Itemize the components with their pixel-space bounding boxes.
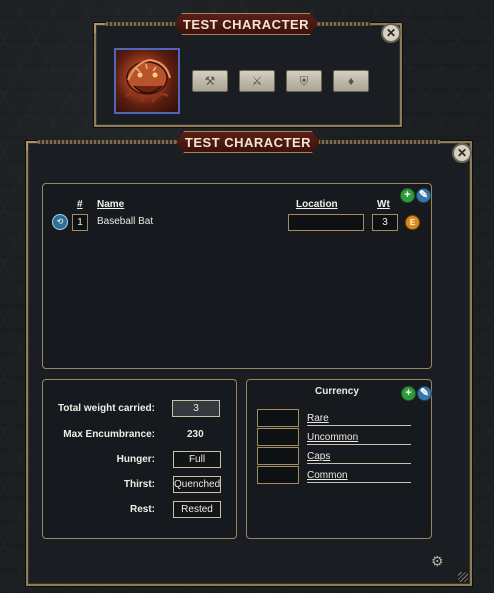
rest-field[interactable]: Rested — [173, 501, 221, 518]
currency-amount-field[interactable] — [257, 447, 299, 465]
hunger-field[interactable]: Full — [173, 451, 221, 468]
header-location[interactable]: Location — [296, 199, 338, 210]
currency-panel: Currency + ✎ Rare Uncommon Caps Common — [246, 379, 432, 539]
currency-name[interactable]: Common — [307, 470, 411, 483]
character-stats-panel: Total weight carried: 3 Max Encumbrance:… — [42, 379, 237, 539]
total-weight-value: 3 — [172, 400, 220, 417]
edit-currency-icon[interactable]: ✎ — [417, 386, 432, 401]
item-link-icon[interactable]: ⟲ — [52, 214, 68, 230]
creature-portrait-art — [125, 58, 171, 103]
currency-amount-field[interactable] — [257, 428, 299, 446]
shield-icon[interactable]: ⛨ — [286, 70, 322, 92]
add-currency-icon[interactable]: + — [401, 386, 416, 401]
resize-handle[interactable] — [458, 572, 468, 582]
window-title: TEST CHARACTER — [176, 131, 320, 153]
currency-name[interactable]: Caps — [307, 451, 411, 464]
currency-amount-field[interactable] — [257, 409, 299, 427]
thirst-field[interactable]: Quenched — [173, 476, 221, 493]
hunger-label: Hunger: — [116, 454, 155, 465]
header-count[interactable]: # — [77, 199, 83, 210]
add-item-icon[interactable]: + — [400, 188, 415, 203]
rest-label: Rest: — [129, 504, 155, 515]
pouch-icon[interactable]: ♦ — [333, 70, 369, 92]
equipped-badge-icon[interactable]: E — [405, 215, 420, 230]
character-portrait-window: TEST CHARACTER ✕ ⚒ ⚔ ⛨ ♦ — [94, 23, 402, 127]
max-encumbrance-value: 230 — [187, 429, 204, 440]
header-name[interactable]: Name — [97, 199, 124, 210]
currency-amount-field[interactable] — [257, 466, 299, 484]
inventory-list-panel: + ✎ # Name Location Wt ⟲ 1 Baseball Bat … — [42, 183, 432, 369]
frame-corner — [94, 23, 104, 33]
crossed-swords-icon[interactable]: ⚔ — [239, 70, 275, 92]
close-icon[interactable]: ✕ — [452, 143, 472, 163]
edit-list-icon[interactable]: ✎ — [416, 188, 431, 203]
item-name[interactable]: Baseball Bat — [97, 216, 153, 227]
thirst-label: Thirst: — [123, 479, 155, 490]
header-weight[interactable]: Wt — [377, 199, 390, 210]
close-icon[interactable]: ✕ — [381, 23, 401, 43]
item-weight-field[interactable]: 3 — [372, 214, 398, 231]
currency-name[interactable]: Uncommon — [307, 432, 411, 445]
currency-title: Currency — [315, 386, 359, 397]
currency-name[interactable]: Rare — [307, 413, 411, 426]
crossed-tools-icon[interactable]: ⚒ — [192, 70, 228, 92]
total-weight-label: Total weight carried: — [57, 403, 155, 414]
window-title: TEST CHARACTER — [174, 13, 318, 35]
frame-corner — [26, 141, 36, 151]
character-portrait[interactable] — [114, 48, 180, 114]
item-location-field[interactable] — [288, 214, 364, 231]
gear-icon[interactable]: ⚙ — [431, 553, 444, 570]
item-count-field[interactable]: 1 — [72, 214, 88, 231]
inventory-window: TEST CHARACTER ✕ + ✎ # Name Location Wt … — [26, 141, 472, 586]
max-encumbrance-label: Max Encumbrance: — [63, 429, 155, 440]
